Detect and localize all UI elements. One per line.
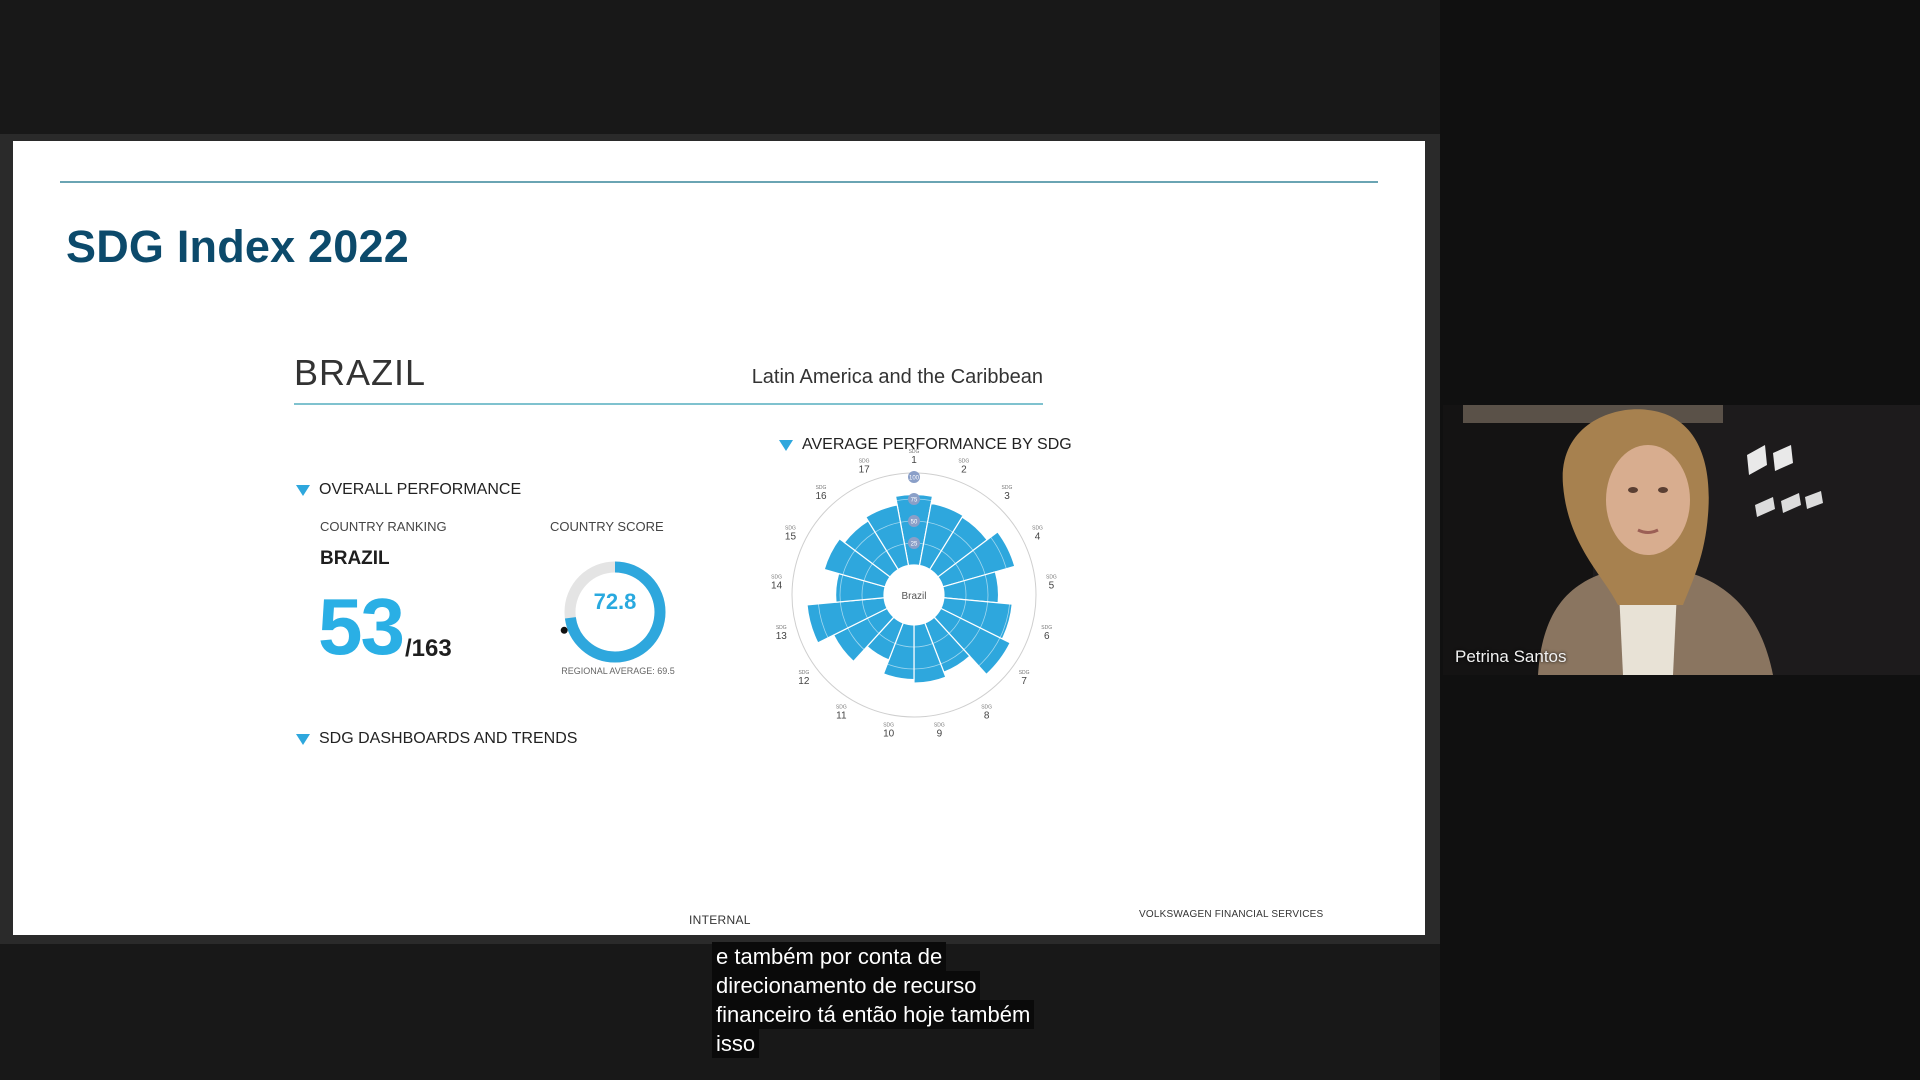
rank-value: 53 xyxy=(318,582,405,671)
sdg-goal-label: 3 xyxy=(1004,491,1010,502)
radial-center-label: Brazil xyxy=(901,591,926,602)
sdg-goal-label: 14 xyxy=(771,580,783,591)
country-ranking-label: COUNTRY RANKING xyxy=(320,519,447,534)
caption-line: isso xyxy=(712,1029,760,1058)
slide-top-rule xyxy=(60,181,1378,183)
dashboards-heading: SDG DASHBOARDS AND TRENDS xyxy=(296,730,577,748)
country-header-rule xyxy=(294,403,1043,405)
triangle-down-icon xyxy=(296,484,310,496)
sdg-goal-label: 10 xyxy=(883,729,895,740)
participant-video-frame xyxy=(1443,405,1920,675)
slide-title: SDG Index 2022 xyxy=(66,221,409,272)
overall-performance-heading: OVERALL PERFORMANCE xyxy=(296,481,521,499)
sdg-goal-label: 1 xyxy=(911,455,917,466)
sdg-goal-label: 11 xyxy=(836,710,847,721)
ranking-country: BRAZIL xyxy=(320,548,390,569)
country-name: BRAZIL xyxy=(294,352,427,393)
participant-name: Petrina Santos xyxy=(1455,647,1567,666)
dashboards-label: SDG DASHBOARDS AND TRENDS xyxy=(319,730,578,747)
triangle-down-icon xyxy=(296,733,310,745)
overall-performance-label: OVERALL PERFORMANCE xyxy=(319,481,522,498)
sdg-radial-chart: Brazil100755025SDG1 SDG2SDG3SDG4SDG5SDG6S… xyxy=(771,449,1057,740)
sdg-goal-label: 15 xyxy=(785,531,797,542)
regional-average-marker xyxy=(560,626,568,634)
caption-line: financeiro tá então hoje também xyxy=(712,1000,1035,1029)
sdg-goal-label: 16 xyxy=(815,491,827,502)
sdg-goal-label: 7 xyxy=(1021,676,1027,687)
sdg-goal-label: 9 xyxy=(937,729,943,740)
footer-brand-label: VOLKSWAGEN FINANCIAL SERVICES xyxy=(1139,909,1324,920)
presentation-slide: SDG Index 2022 BRAZIL Latin America and … xyxy=(13,141,1425,935)
participant-video-tile[interactable]: Petrina Santos xyxy=(1443,405,1920,675)
sdg-goal-label: 17 xyxy=(859,464,871,475)
sdg-goal-label: 2 xyxy=(961,464,967,475)
ring-value-label: 75 xyxy=(911,498,918,504)
ring-value-label: 25 xyxy=(911,542,918,548)
sdg-goal-label: 4 xyxy=(1035,531,1041,542)
country-score-label: COUNTRY SCORE xyxy=(550,519,664,534)
sdg-goal-label: 5 xyxy=(1049,580,1055,591)
live-captions: e também por conta de direcionamento de … xyxy=(712,942,1035,1058)
footer-internal-label: INTERNAL xyxy=(689,913,751,927)
ring-value-label: 50 xyxy=(911,520,918,526)
regional-average-label: REGIONAL AVERAGE: 69.5 xyxy=(561,666,675,676)
sdg-goal-label: 8 xyxy=(984,710,990,721)
country-score-value: 72.8 xyxy=(593,589,637,614)
sdg-goal-label: 6 xyxy=(1044,631,1050,642)
rank-total: /163 xyxy=(405,635,452,662)
sdg-goal-label: 12 xyxy=(798,676,810,687)
caption-line: direcionamento de recurso xyxy=(712,971,981,1000)
region-label: Latin America and the Caribbean xyxy=(751,366,1043,388)
ring-value-label: 100 xyxy=(909,476,920,482)
sdg-goal-label: 13 xyxy=(776,631,788,642)
caption-line: e também por conta de xyxy=(712,942,947,971)
